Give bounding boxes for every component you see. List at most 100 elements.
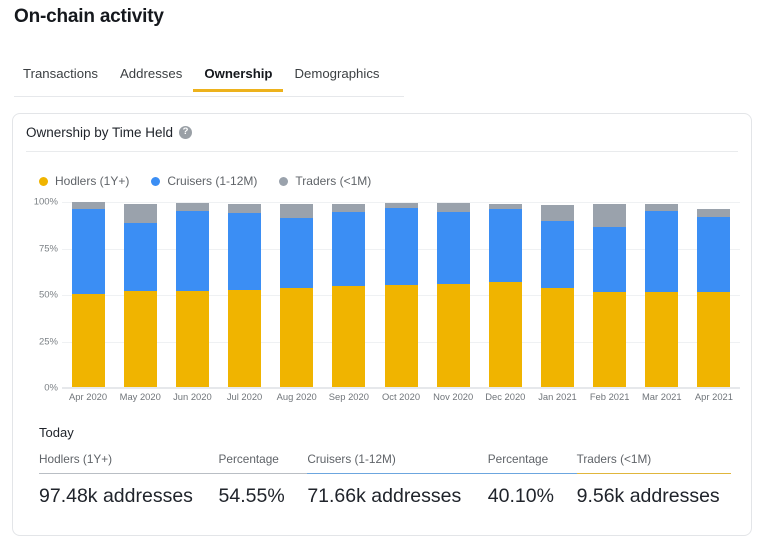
legend-item-1[interactable]: Cruisers (1-12M) [151,174,257,188]
stacked-bar[interactable] [228,202,262,387]
bar-segment-hodlers [332,285,366,387]
ownership-chart: 0% 25% 50% 75% 100% Apr 2020 May 2020 Jun 2020… [26,197,740,408]
tab-transactions[interactable]: Transactions [14,66,109,91]
bar-segment-cruisers [228,213,262,291]
bar-segment-cruisers [123,223,157,292]
stacked-bar[interactable] [593,202,627,387]
help-circle-icon[interactable]: ? [179,125,193,139]
stacked-bar[interactable] [697,202,731,387]
x-axis-tick: Jun 2020 [173,391,212,402]
bar-segment-cruisers [697,216,731,293]
bar-slot [271,202,323,387]
stacked-bar[interactable] [645,202,679,387]
x-axis-tick: May 2020 [119,391,161,402]
bar-segment-hodlers [488,281,522,387]
stat-value: 97.48k addresses [39,485,193,507]
bar-slot [218,202,270,387]
bar-segment-traders [436,202,470,213]
bar-slot [636,202,688,387]
bar-segment-hodlers [228,290,262,387]
stacked-bar[interactable] [332,202,366,387]
tab-addresses[interactable]: Addresses [109,66,193,91]
x-axis-tick: Sep 2020 [328,391,369,402]
stacked-bar[interactable] [280,202,314,387]
card-divider [26,151,738,152]
y-axis-tick: 50% [38,289,58,301]
stacked-bar[interactable] [540,202,574,387]
stat-block: Hodlers (1Y+) 97.48k addresses [39,452,219,508]
bar-segment-cruisers [593,227,627,293]
stat-header: Percentage [487,452,577,474]
bar-segment-hodlers [593,292,627,387]
legend-label: Traders (<1M) [295,174,372,188]
stat-block: Traders (<1M) 9.56k addresses [576,452,732,508]
x-axis: Apr 2020 May 2020 Jun 2020 Jul 2020 Aug 2020… [62,391,740,402]
stat-value: 9.56k addresses [576,485,720,507]
stat-block: Percentage 40.10% [487,452,577,508]
bar-segment-cruisers [71,208,105,295]
bar-segment-hodlers [645,292,679,387]
stacked-bar[interactable] [123,202,157,387]
tab-ownership[interactable]: Ownership [193,66,284,92]
x-axis-tick: Jan 2021 [538,391,577,402]
bar-slot [688,202,740,387]
x-axis-tick: Nov 2020 [433,391,474,402]
x-axis-tick: Aug 2020 [276,391,317,402]
legend-item-2[interactable]: Traders (<1M) [279,174,371,188]
bar-segment-traders [175,202,209,212]
bar-segment-cruisers [488,209,522,282]
legend-dot-icon [151,176,161,186]
stacked-bar[interactable] [175,202,209,387]
stacked-bar[interactable] [71,202,105,387]
legend-label: Hodlers (1Y+) [55,174,130,188]
stacked-bar[interactable] [488,202,522,387]
legend-item-0[interactable]: Hodlers (1Y+) [39,174,129,188]
bar-segment-hodlers [540,288,574,387]
x-axis-tick: Apr 2020 [69,391,108,402]
bar-slot [479,202,531,387]
bar-slot [375,202,427,387]
bar-segment-traders [280,203,314,218]
legend-label: Cruisers (1-12M) [167,174,258,188]
stat-value: 40.10% [487,485,554,507]
bar-slot [323,202,375,387]
stat-value: 54.55% [218,485,285,507]
stacked-bar[interactable] [436,202,470,387]
bar-segment-hodlers [71,294,105,387]
on-chain-activity-page: On-chain activity Transactions Addresses O… [0,0,760,541]
bar-segment-cruisers [175,211,209,292]
bar-segment-traders [332,203,366,213]
stat-header: Percentage [218,452,308,474]
bar-segment-cruisers [332,212,366,286]
x-axis-tick: Feb 2021 [589,391,630,402]
x-axis-tick: Jul 2020 [226,391,263,402]
bar-segment-traders [593,203,627,228]
stacked-bar[interactable] [384,202,418,387]
bar-segment-cruisers [280,217,314,289]
y-axis-tick: 25% [38,336,58,347]
chart-legend: Hodlers (1Y+) Cruisers (1-12M) Traders (<1… [39,174,371,188]
bar-segment-cruisers [384,207,418,285]
bar-segment-cruisers [436,212,470,284]
bar-segment-traders [645,203,679,212]
y-axis-tick: 0% [44,382,58,394]
bar-slot [531,202,583,387]
bar-slot [584,202,636,387]
gridline [62,388,740,389]
tab-demographics[interactable]: Demographics [283,66,390,91]
stat-block: Percentage 54.55% [218,452,308,508]
stat-header: Cruisers (1-12M) [307,452,488,474]
bar-segment-traders [697,209,731,217]
bar-group [62,202,740,387]
bar-segment-traders [228,203,262,214]
bar-segment-traders [540,204,574,221]
x-axis-tick: Oct 2020 [381,391,421,402]
bar-segment-hodlers [280,288,314,387]
y-axis-tick: 100% [33,196,58,208]
legend-dot-icon [279,176,289,186]
today-stats: Hodlers (1Y+) 97.48k addresses Percentage 5… [39,452,732,508]
stat-block: Cruisers (1-12M) 71.66k addresses [307,452,488,508]
bar-slot [166,202,218,387]
card-header: Ownership by Time Held ? [13,114,751,150]
bar-slot [427,202,479,387]
